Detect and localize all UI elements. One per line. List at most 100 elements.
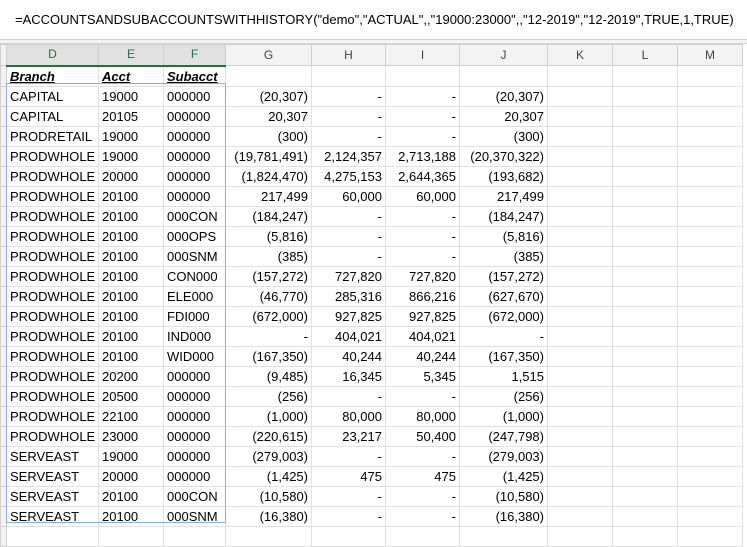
cell[interactable] — [677, 225, 743, 247]
data-cell[interactable]: 20100 — [98, 205, 164, 227]
data-cell[interactable]: - — [311, 445, 386, 467]
data-cell[interactable]: - — [385, 445, 460, 467]
data-cell[interactable]: 20000 — [98, 465, 164, 487]
cell[interactable] — [612, 245, 678, 267]
cell[interactable] — [547, 125, 613, 147]
cell[interactable] — [612, 305, 678, 327]
data-cell[interactable]: SERVEAST — [6, 465, 99, 487]
cell[interactable] — [547, 165, 613, 187]
data-cell[interactable]: - — [385, 125, 460, 147]
data-cell[interactable]: 404,021 — [311, 325, 386, 347]
cell[interactable] — [547, 465, 613, 487]
data-cell[interactable]: (10,580) — [459, 485, 548, 507]
column-header-j[interactable]: J — [459, 44, 548, 66]
cell[interactable] — [677, 345, 743, 367]
formula-text[interactable]: =ACCOUNTSANDSUBACCOUNTSWITHHISTORY("demo… — [15, 12, 734, 27]
data-cell[interactable]: - — [385, 245, 460, 267]
cell[interactable] — [612, 105, 678, 127]
cell[interactable] — [677, 365, 743, 387]
data-cell[interactable]: - — [225, 325, 312, 347]
data-cell[interactable]: 000000 — [163, 465, 226, 487]
cell[interactable] — [612, 205, 678, 227]
data-cell[interactable]: 60,000 — [385, 185, 460, 207]
data-cell[interactable]: PRODWHOLE — [6, 405, 99, 427]
data-cell[interactable]: (16,380) — [459, 505, 548, 527]
data-cell[interactable]: (20,307) — [459, 85, 548, 107]
cell[interactable] — [547, 505, 613, 527]
data-cell[interactable]: 19000 — [98, 85, 164, 107]
data-cell[interactable]: (167,350) — [225, 345, 312, 367]
data-cell[interactable]: - — [385, 205, 460, 227]
data-cell[interactable]: (220,615) — [225, 425, 312, 447]
cell[interactable] — [612, 285, 678, 307]
cell[interactable] — [612, 445, 678, 467]
data-cell[interactable]: 4,275,153 — [311, 165, 386, 187]
data-cell[interactable]: 475 — [311, 465, 386, 487]
column-header-l[interactable]: L — [612, 44, 678, 66]
data-cell[interactable]: (279,003) — [459, 445, 548, 467]
data-cell[interactable]: CAPITAL — [6, 85, 99, 107]
data-cell[interactable]: (5,816) — [225, 225, 312, 247]
cell[interactable] — [547, 185, 613, 207]
cell[interactable] — [547, 265, 613, 287]
data-cell[interactable]: 404,021 — [385, 325, 460, 347]
data-cell[interactable]: - — [385, 385, 460, 407]
data-cell[interactable]: (10,580) — [225, 485, 312, 507]
data-cell[interactable]: 20,307 — [459, 105, 548, 127]
data-cell[interactable]: 000000 — [163, 385, 226, 407]
data-cell[interactable]: 5,345 — [385, 365, 460, 387]
data-cell[interactable]: (46,770) — [225, 285, 312, 307]
data-cell[interactable]: 217,499 — [459, 185, 548, 207]
cell[interactable] — [612, 505, 678, 527]
data-cell[interactable]: 000000 — [163, 125, 226, 147]
data-cell[interactable]: PRODWHOLE — [6, 365, 99, 387]
cell[interactable] — [98, 525, 164, 547]
column-header-m[interactable]: M — [677, 44, 743, 66]
data-cell[interactable]: PRODWHOLE — [6, 285, 99, 307]
data-cell[interactable]: 727,820 — [385, 265, 460, 287]
data-cell[interactable]: 000000 — [163, 145, 226, 167]
cell[interactable] — [547, 405, 613, 427]
data-cell[interactable]: (1,425) — [225, 465, 312, 487]
data-cell[interactable]: 000CON — [163, 205, 226, 227]
data-cell[interactable]: 866,216 — [385, 285, 460, 307]
data-cell[interactable]: 000000 — [163, 405, 226, 427]
data-cell[interactable]: 727,820 — [311, 265, 386, 287]
data-cell[interactable]: (5,816) — [459, 225, 548, 247]
cell[interactable] — [677, 485, 743, 507]
data-cell[interactable]: 000000 — [163, 105, 226, 127]
data-cell[interactable]: 1,515 — [459, 365, 548, 387]
data-cell[interactable]: 20100 — [98, 345, 164, 367]
data-cell[interactable]: 20500 — [98, 385, 164, 407]
cell[interactable] — [547, 105, 613, 127]
cell[interactable] — [612, 345, 678, 367]
cell[interactable] — [547, 485, 613, 507]
data-cell[interactable]: (1,425) — [459, 465, 548, 487]
column-header-g[interactable]: G — [225, 44, 312, 66]
cell[interactable] — [677, 525, 743, 547]
column-header-i[interactable]: I — [385, 44, 460, 66]
data-cell[interactable]: 80,000 — [311, 405, 386, 427]
cell[interactable] — [677, 445, 743, 467]
cell[interactable] — [547, 425, 613, 447]
data-cell[interactable]: 60,000 — [311, 185, 386, 207]
data-cell[interactable]: - — [459, 325, 548, 347]
header-cell[interactable]: Subacct — [163, 65, 226, 87]
data-cell[interactable]: 20000 — [98, 165, 164, 187]
data-cell[interactable]: (16,380) — [225, 505, 312, 527]
cell[interactable] — [547, 525, 613, 547]
data-cell[interactable]: (184,247) — [459, 205, 548, 227]
data-cell[interactable]: WID000 — [163, 345, 226, 367]
data-cell[interactable]: (9,485) — [225, 365, 312, 387]
data-cell[interactable]: 000OPS — [163, 225, 226, 247]
cell[interactable] — [385, 65, 460, 87]
data-cell[interactable]: (1,000) — [225, 405, 312, 427]
data-cell[interactable]: 20200 — [98, 365, 164, 387]
data-cell[interactable]: 000SNM — [163, 245, 226, 267]
data-cell[interactable]: PRODWHOLE — [6, 425, 99, 447]
data-cell[interactable]: (193,682) — [459, 165, 548, 187]
data-cell[interactable]: 19000 — [98, 125, 164, 147]
cell[interactable] — [677, 165, 743, 187]
cell[interactable] — [612, 525, 678, 547]
cell[interactable] — [677, 65, 743, 87]
